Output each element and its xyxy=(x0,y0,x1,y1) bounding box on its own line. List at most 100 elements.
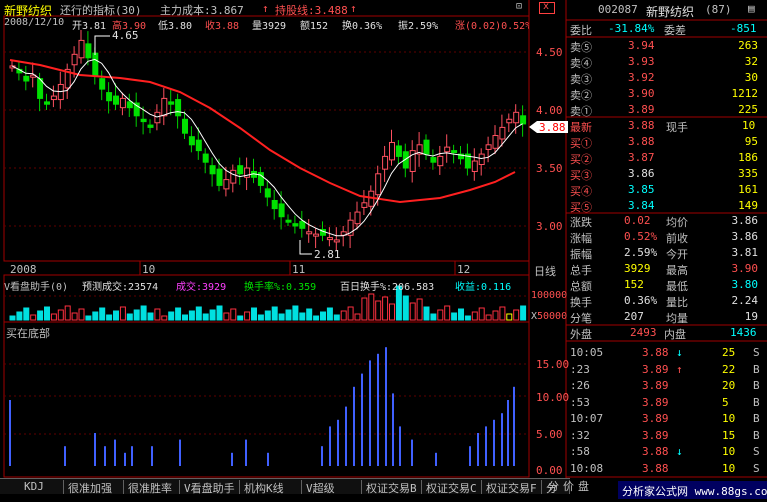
rp-sell-row: 卖① 3.89 225 xyxy=(568,102,764,118)
candle-body xyxy=(354,211,361,225)
rp-weicha-label: 委差 xyxy=(664,24,686,37)
candle-body xyxy=(471,160,478,172)
volume-bar xyxy=(168,311,175,321)
tab-ji-gou-k-xian[interactable]: 机构K线(修 xyxy=(240,480,302,494)
rp-sell-label: 卖③ xyxy=(570,73,592,86)
rp-count: (87) xyxy=(705,3,732,16)
candle-body xyxy=(506,118,513,124)
rp-tick-row: 10:08 3.88 10 S xyxy=(568,461,764,477)
candle-body xyxy=(140,118,147,123)
attack-label: 持股线:3.488 xyxy=(275,4,348,17)
bottom-tick-0: 0.00 xyxy=(536,464,563,477)
rp-stat-value: 207 xyxy=(624,310,644,323)
volume-bar xyxy=(175,307,182,321)
rp-sell-price: 3.93 xyxy=(628,55,655,68)
rp-buy-vol: 95 xyxy=(744,135,758,148)
candle-body xyxy=(326,237,333,241)
volume-bar xyxy=(506,313,513,321)
current-price-tag: 3.88 xyxy=(539,121,566,134)
candle-body xyxy=(423,139,430,155)
volume-bar xyxy=(306,308,313,321)
expand-icon[interactable]: ⊡ xyxy=(516,1,522,12)
candle-body xyxy=(50,95,57,101)
rp-latest-value: 3.88 xyxy=(628,119,655,132)
tab-kdj[interactable]: KDJ xyxy=(20,480,64,494)
period-label[interactable]: 日线 xyxy=(534,263,556,279)
tab-quan-zheng-f[interactable]: 权证交易F xyxy=(482,480,542,494)
candle-body xyxy=(119,97,126,109)
candle-body xyxy=(437,155,444,167)
rp-buy-price: 3.88 xyxy=(628,135,655,148)
candle-body xyxy=(278,203,285,218)
rp-buy-label: 买③ xyxy=(570,169,592,182)
rp-buy-label: 买④ xyxy=(570,185,592,198)
rp-tick-price: 3.89 xyxy=(642,428,669,442)
rp-stat-value: 3.90 xyxy=(731,262,759,275)
rp-menu-icon[interactable]: ▤ xyxy=(748,2,755,15)
rp-buy-vol: 161 xyxy=(738,183,758,196)
volume-bar xyxy=(119,306,126,321)
rp-buy-row: 买⑤ 3.84 149 xyxy=(568,198,764,214)
volume-yield: 收益:0.116 xyxy=(455,282,512,293)
rp-stat-value: 0.52% xyxy=(624,230,658,243)
price-tick-400: 4.00 xyxy=(536,104,563,117)
rp-tab-fen[interactable]: 分 xyxy=(548,478,559,494)
rp-outer-value: 2493 xyxy=(630,326,657,339)
tab-hen-zhun-jia-qiang[interactable]: 很准加强 xyxy=(64,480,124,495)
rp-tab-jia[interactable]: 价 xyxy=(563,478,574,494)
volume-bar xyxy=(223,312,230,321)
volume-bar xyxy=(437,309,444,321)
rp-stat-label: 今开 xyxy=(666,248,688,261)
tab-v-macd[interactable]: V超级MACD xyxy=(302,480,362,494)
volume-forecast: 预测成交:23574 xyxy=(82,282,159,293)
volume-bar xyxy=(361,297,368,321)
volume-panel-label[interactable]: V看盘助手(0) xyxy=(4,278,68,293)
volume-turnover-100: 百日换手%:206.583 xyxy=(340,282,435,293)
rp-outer-inner-row: 外盘 2493 内盘 1436 xyxy=(568,325,764,341)
candle-body xyxy=(513,111,520,124)
candle-body xyxy=(147,124,154,128)
indicator-label[interactable]: 还行的指标(30) xyxy=(60,2,142,18)
candle-body xyxy=(44,101,50,105)
rp-buy-price: 3.86 xyxy=(628,167,655,180)
candle-body xyxy=(520,115,527,125)
bottom-panel-label[interactable]: 买在底部 xyxy=(6,325,50,341)
candle-body xyxy=(499,126,506,140)
volume-bar xyxy=(85,315,92,321)
volume-bar xyxy=(78,308,85,321)
rp-sell-vol: 225 xyxy=(738,103,758,116)
rp-stat-label: 分笔 xyxy=(570,312,592,325)
volume-bar xyxy=(64,305,71,321)
rp-tick-arrow: ↑ xyxy=(676,362,683,376)
rp-tick-price: 3.89 xyxy=(642,395,669,409)
rp-sell-vol: 263 xyxy=(738,39,758,52)
rp-tab-pan[interactable]: 盘 xyxy=(578,478,589,494)
volume-bar xyxy=(340,310,347,321)
info-volume: 量3929 xyxy=(252,21,287,32)
rp-buy-row: 买④ 3.85 161 xyxy=(568,182,764,198)
tab-hen-zhun-sheng-lv[interactable]: 很准胜率 xyxy=(124,480,180,495)
rp-stat-label: 均量 xyxy=(666,312,688,325)
rp-buy-label: 买① xyxy=(570,137,592,150)
tab-v-kan-pan[interactable]: V看盘助手 xyxy=(180,480,240,495)
volume-axis-unit: X xyxy=(531,311,538,322)
candle-body xyxy=(492,135,499,149)
volume-bar xyxy=(423,306,430,321)
volume-bar xyxy=(430,313,437,321)
low-price-marker: 2.81 xyxy=(314,248,341,261)
candle-body xyxy=(195,139,202,152)
tab-quan-zheng-b[interactable]: 权证交易B xyxy=(362,480,422,494)
rp-tick-side: B xyxy=(753,379,760,392)
candle-body xyxy=(168,101,175,105)
volume-bar xyxy=(230,308,237,321)
tab-quan-zheng-c[interactable]: 权证交易C xyxy=(422,480,482,494)
info-open: 开3.81 xyxy=(72,21,107,32)
rp-tick-side: B xyxy=(753,412,760,425)
rp-tick-time: 10:07 xyxy=(570,412,604,425)
rp-xianshou-label: 现手 xyxy=(666,121,688,134)
candle-body xyxy=(202,153,209,163)
volume-bar xyxy=(195,306,202,321)
volume-bar xyxy=(161,315,168,321)
candle-body xyxy=(230,169,237,184)
rp-tick-price: 3.88 xyxy=(642,346,669,359)
